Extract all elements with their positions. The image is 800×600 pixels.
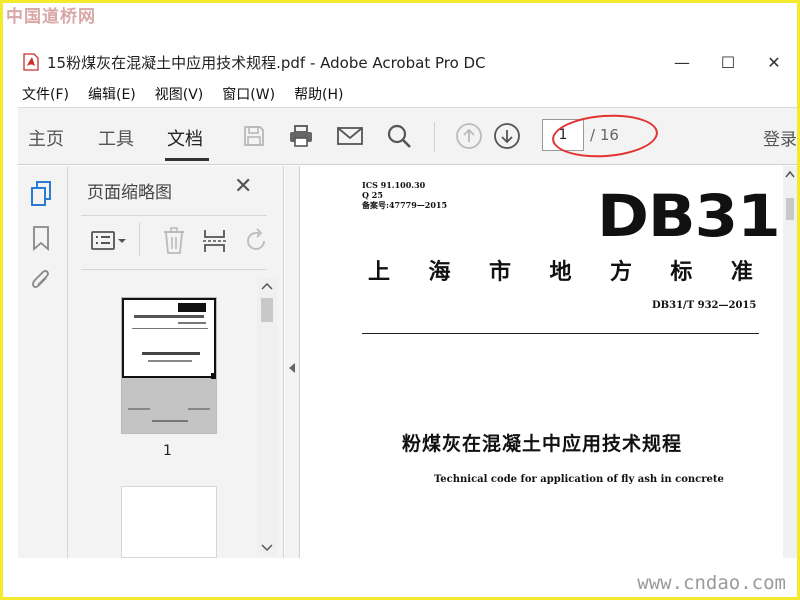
thumbnail-selection	[122, 298, 216, 378]
doc-filing-no: 备案号:47779—2015	[362, 200, 448, 210]
window-controls: — ☐ ✕	[659, 46, 797, 78]
minimize-button[interactable]: —	[659, 46, 705, 78]
thumb-text-line	[152, 420, 188, 422]
panel-divider	[81, 269, 267, 270]
thumbnail-page-number: 1	[163, 443, 172, 459]
panel-splitter[interactable]	[285, 166, 299, 558]
thumb-resize-handle[interactable]	[211, 373, 216, 379]
scrollbar-thumb[interactable]	[786, 198, 794, 220]
close-button[interactable]: ✕	[751, 46, 797, 78]
toolbar-separator	[434, 122, 435, 152]
document-scrollbar[interactable]	[783, 166, 797, 558]
rotate-icon[interactable]	[244, 228, 268, 258]
maximize-button[interactable]: ☐	[705, 46, 751, 78]
pdf-file-icon	[23, 53, 39, 71]
thumbnail-panel: 页面缩略图 ✕ 1	[68, 166, 284, 558]
scroll-up-icon[interactable]	[261, 282, 273, 290]
org-char: 地	[549, 260, 572, 285]
page-options-icon[interactable]	[90, 228, 128, 258]
menu-help[interactable]: 帮助(H)	[294, 84, 343, 104]
scroll-down-icon[interactable]	[261, 544, 273, 552]
doc-standard-number: DB31/T 932—2015	[652, 300, 757, 311]
doc-title-cn: 粉煤灰在混凝土中应用技术规程	[402, 433, 683, 455]
bookmark-icon[interactable]	[27, 224, 55, 252]
thumb-text-line	[134, 315, 204, 318]
org-char: 市	[488, 260, 511, 285]
thumb-text-line	[128, 408, 150, 410]
attachment-icon[interactable]	[27, 268, 55, 296]
page-thumbnail-1[interactable]	[121, 297, 217, 434]
navigation-rail	[18, 166, 68, 558]
scrollbar-thumb[interactable]	[261, 298, 273, 322]
panel-close-icon[interactable]: ✕	[234, 174, 252, 199]
page-down-icon[interactable]	[493, 122, 521, 150]
panel-title: 页面缩略图	[87, 183, 172, 203]
thumb-rule	[132, 328, 208, 329]
doc-horizontal-rule	[362, 333, 759, 334]
panel-divider	[81, 215, 267, 216]
org-char: 方	[609, 260, 632, 285]
tab-document[interactable]: 文档	[167, 125, 203, 151]
tool-separator	[139, 222, 140, 256]
active-tab-indicator	[165, 158, 209, 161]
org-char: 上	[368, 260, 391, 285]
thumbnail-scrollbar[interactable]	[257, 278, 277, 556]
watermark-bottom: www.cndao.com	[637, 572, 786, 594]
thumb-text-line	[148, 360, 192, 362]
doc-db31-logo: DB31	[597, 182, 781, 250]
menu-bar: 文件(F) 编辑(E) 视图(V) 窗口(W) 帮助(H)	[3, 82, 797, 106]
delete-icon[interactable]	[162, 227, 186, 259]
mail-icon[interactable]	[336, 122, 364, 150]
save-icon[interactable]	[240, 122, 268, 150]
tab-home[interactable]: 主页	[28, 125, 64, 151]
doc-ics: ICS 91.100.30	[362, 180, 426, 190]
thumb-text-line	[188, 408, 210, 410]
main-toolbar: 主页 工具 文档 1 / 16 登录	[18, 107, 797, 165]
login-button[interactable]: 登录	[763, 125, 797, 150]
menu-file[interactable]: 文件(F)	[22, 84, 69, 104]
search-icon[interactable]	[385, 122, 413, 150]
doc-q: Q 25	[362, 190, 383, 200]
thumb-logo-mark	[178, 303, 206, 312]
doc-standard-org: 上 海 市 地 方 标 准	[368, 254, 753, 286]
scroll-up-icon[interactable]	[785, 170, 795, 178]
print-icon[interactable]	[287, 122, 315, 150]
collapse-panel-icon[interactable]	[287, 362, 297, 374]
panel-tools	[87, 222, 277, 259]
page-up-icon[interactable]	[455, 122, 483, 150]
menu-edit[interactable]: 编辑(E)	[88, 84, 136, 104]
menu-window[interactable]: 窗口(W)	[222, 84, 275, 104]
document-view[interactable]: ICS 91.100.30 Q 25 备案号:47779—2015 DB31 上…	[299, 166, 797, 558]
watermark-top: 中国道桥网	[6, 7, 96, 27]
org-char: 标	[670, 260, 693, 285]
thumb-text-line	[178, 322, 206, 324]
org-char: 海	[428, 260, 451, 285]
thumbnail-offscreen	[122, 378, 216, 433]
window-title: 15粉煤灰在混凝土中应用技术规程.pdf - Adobe Acrobat Pro…	[47, 53, 486, 72]
page-thumbnails-icon[interactable]	[27, 180, 55, 208]
doc-title-en: Technical code for application of fly as…	[434, 474, 724, 485]
extract-icon[interactable]	[202, 227, 228, 259]
page-thumbnail-2[interactable]	[121, 486, 217, 558]
thumb-text-line	[142, 352, 200, 355]
tab-tools[interactable]: 工具	[98, 125, 134, 151]
page-total: / 16	[590, 126, 619, 144]
page-number-input[interactable]: 1	[542, 119, 584, 151]
menu-view[interactable]: 视图(V)	[155, 84, 204, 104]
doc-classification: ICS 91.100.30 Q 25 备案号:47779—2015	[362, 180, 447, 210]
title-bar: 15粉煤灰在混凝土中应用技术规程.pdf - Adobe Acrobat Pro…	[3, 46, 797, 78]
org-char: 准	[730, 260, 753, 285]
